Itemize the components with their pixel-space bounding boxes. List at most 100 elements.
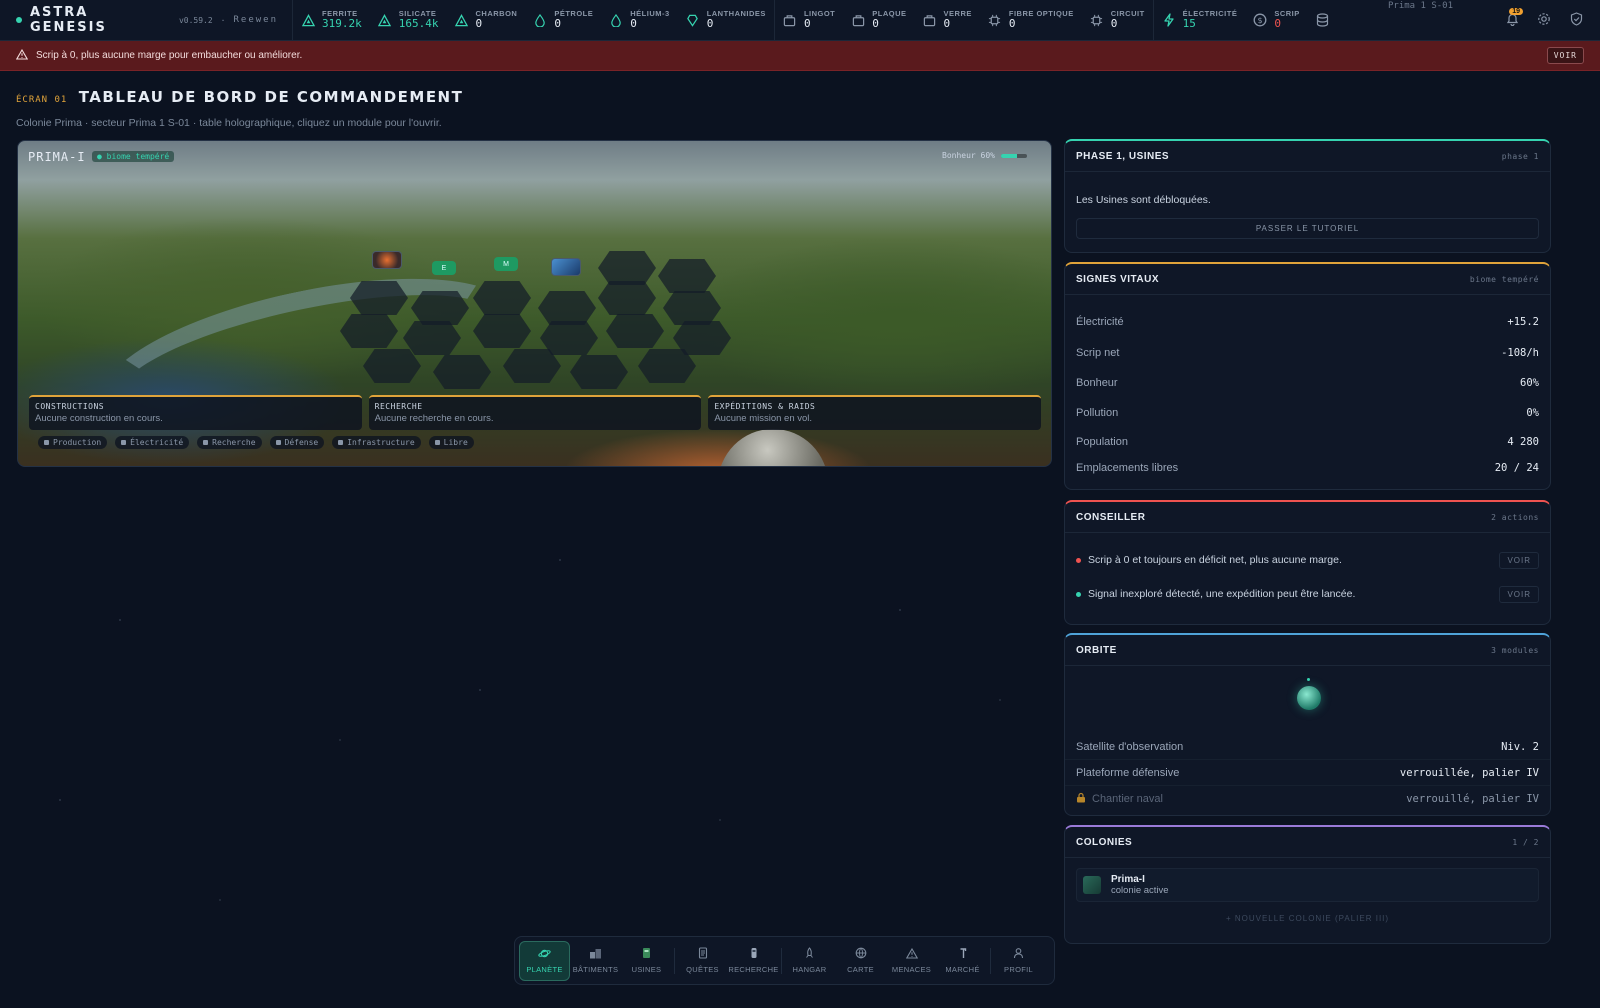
colonies-panel: COLONIES 1 / 2 Prima-I colonie active + … — [1064, 825, 1551, 944]
orbit-row[interactable]: Plateforme défensive verrouillée, palier … — [1065, 760, 1550, 786]
hex-slot[interactable] — [598, 281, 656, 315]
nav-research[interactable]: RECHERCHE — [728, 941, 779, 981]
research-card[interactable]: RECHERCHE Aucune recherche en cours. — [368, 395, 702, 430]
module-electricity-icon[interactable]: E — [432, 261, 456, 275]
resource-verre[interactable]: VERRE 0 — [915, 0, 980, 41]
nav-market[interactable]: MARCHÉ — [937, 941, 988, 981]
card-text: Aucune construction en cours. — [35, 413, 163, 424]
triangle-icon — [455, 13, 469, 27]
box-icon — [783, 13, 797, 27]
expeditions-card[interactable]: EXPÉDITIONS & RAIDS Aucune mission en vo… — [708, 395, 1042, 430]
hex-slot[interactable] — [570, 355, 628, 389]
nav-profile[interactable]: PROFIL — [993, 941, 1044, 981]
resource-circuit[interactable]: CIRCUIT 0 — [1082, 0, 1153, 41]
colony-state: colonie active — [1111, 885, 1169, 896]
legend-label: Libre — [443, 438, 468, 447]
hex-slot[interactable] — [638, 349, 696, 383]
legend-research[interactable]: Recherche — [197, 436, 262, 449]
nav-label: PROFIL — [1004, 965, 1033, 974]
nav-separator — [781, 947, 782, 974]
legend-dot — [338, 440, 344, 445]
colony-item[interactable]: Prima-I colonie active — [1076, 868, 1539, 902]
orbit-value: verrouillé, palier IV — [1406, 793, 1539, 805]
resource-lanthanides[interactable]: LANTHANIDES 0 — [678, 0, 774, 41]
orbit-visual[interactable] — [1065, 666, 1550, 734]
hex-slot[interactable] — [403, 321, 461, 355]
hex-slot[interactable] — [433, 355, 491, 389]
hex-slot[interactable] — [350, 281, 408, 315]
coin-icon: $ — [1253, 13, 1267, 27]
hex-slot[interactable] — [363, 349, 421, 383]
module-solar-icon[interactable] — [551, 258, 581, 276]
nav-label: HANGAR — [792, 965, 827, 974]
orbit-row[interactable]: Satellite d'observation Niv. 2 — [1065, 734, 1550, 760]
resource-value: 0 — [554, 17, 561, 31]
legend-label: Défense — [284, 438, 319, 447]
hex-slot[interactable] — [473, 281, 531, 315]
resource-helium[interactable]: HÉLIUM-3 0 — [601, 0, 677, 41]
hex-slot[interactable] — [658, 259, 716, 293]
advisor-item: Signal inexploré détecté, une expédition… — [1065, 577, 1550, 611]
nav-planet[interactable]: PLANÈTE — [519, 940, 570, 981]
notifications-button[interactable]: 19 — [1498, 6, 1526, 34]
drop-icon — [533, 13, 547, 27]
raw-resources: FERRITE 319.2k SILICATE 165.4k CHARBON 0 PÉ… — [293, 0, 775, 40]
scrip-alert-banner: Scrip à 0, plus aucune marge pour embauc… — [0, 41, 1600, 71]
resource-charbon[interactable]: CHARBON 0 — [447, 0, 526, 41]
resource-scrip[interactable]: $ SCRIP 0 — [1245, 0, 1307, 41]
module-mine-icon[interactable]: M — [494, 257, 518, 271]
nav-quests[interactable]: QUÊTES — [677, 941, 728, 981]
card-title: EXPÉDITIONS & RAIDS — [714, 402, 816, 411]
skip-tutorial-button[interactable]: PASSER LE TUTORIEL — [1076, 218, 1539, 239]
sector-id: Prima 1 S-01 — [1388, 1, 1454, 11]
panel-tag: 3 modules — [1491, 645, 1539, 655]
module-building-icon[interactable] — [372, 251, 402, 269]
vital-label: Emplacements libres — [1076, 462, 1179, 474]
resource-fibre[interactable]: FIBRE OPTIQUE 0 — [980, 0, 1082, 41]
constructions-card[interactable]: CONSTRUCTIONS Aucune construction en cou… — [29, 395, 362, 430]
hex-slot[interactable] — [411, 291, 469, 325]
planet-holotable[interactable]: E M PRIMA-I ● biome tempéré Bonheur 60% … — [17, 140, 1052, 467]
advisor-view-button[interactable]: VOIR — [1499, 585, 1539, 603]
advisor-text: Scrip à 0 et toujours en déficit net, pl… — [1088, 554, 1342, 566]
nav-factories[interactable]: USINES — [621, 941, 672, 981]
hex-slot[interactable] — [663, 291, 721, 325]
hex-slot[interactable] — [473, 314, 531, 348]
nav-map[interactable]: CARTE — [835, 941, 886, 981]
hex-slot[interactable] — [340, 314, 398, 348]
legend-production[interactable]: Production — [38, 436, 108, 449]
resource-value: 15 — [1182, 17, 1196, 31]
new-colony-button[interactable]: + NOUVELLE COLONIE (PALIER III) — [1065, 914, 1550, 923]
storage-button[interactable] — [1308, 0, 1338, 41]
resource-plaque[interactable]: PLAQUE 0 — [843, 0, 914, 41]
legend-dot — [44, 440, 49, 445]
nav-buildings[interactable]: BÂTIMENTS — [570, 941, 621, 981]
resource-ferrite[interactable]: FERRITE 319.2k — [293, 0, 370, 41]
resource-silicate[interactable]: SILICATE 165.4k — [370, 0, 447, 41]
nav-threats[interactable]: MENACES — [886, 941, 937, 981]
hex-slot[interactable] — [538, 291, 596, 325]
vital-value: 20 / 24 — [1494, 462, 1539, 474]
nav-label: MARCHÉ — [945, 965, 980, 974]
triangle-icon — [301, 13, 315, 27]
advisor-view-button[interactable]: VOIR — [1499, 551, 1539, 569]
legend-electricity[interactable]: Électricité — [115, 436, 190, 449]
hex-slot[interactable] — [503, 349, 561, 383]
settings-button[interactable] — [1530, 6, 1558, 34]
resource-lingot[interactable]: LINGOT 0 — [775, 0, 843, 41]
database-icon — [1316, 13, 1330, 27]
legend-free[interactable]: Libre — [428, 436, 474, 449]
chip-icon — [988, 13, 1002, 27]
security-button[interactable] — [1562, 6, 1590, 34]
legend-infrastructure[interactable]: Infrastructure — [332, 436, 421, 449]
resource-petrole[interactable]: PÉTROLE 0 — [525, 0, 601, 41]
legend-defense[interactable]: Défense — [269, 436, 325, 449]
alert-view-button[interactable]: VOIR — [1546, 47, 1584, 64]
nav-hangar[interactable]: HANGAR — [784, 941, 835, 981]
box-icon — [923, 13, 937, 27]
processed-resources: LINGOT 0 PLAQUE 0 VERRE 0 FIBRE OPTIQUE 0 CI… — [775, 0, 1154, 40]
bolt-icon — [1162, 13, 1176, 27]
hex-slot[interactable] — [598, 251, 656, 285]
resource-electricite[interactable]: ÉLECTRICITÉ 15 — [1154, 0, 1246, 41]
hex-slot[interactable] — [606, 314, 664, 348]
